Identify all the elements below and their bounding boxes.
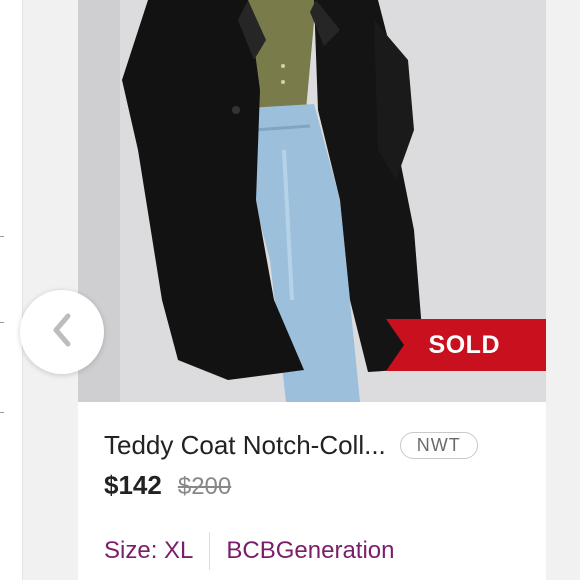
edge-divider xyxy=(0,412,4,413)
listing-info: Teddy Coat Notch-Coll... NWT $142 $200 S… xyxy=(104,420,520,576)
sold-banner: SOLD xyxy=(386,319,546,371)
original-price: $200 xyxy=(177,473,232,500)
listing-title[interactable]: Teddy Coat Notch-Coll... xyxy=(104,430,386,461)
chevron-left-icon xyxy=(48,312,76,353)
brand-link[interactable]: BCBGeneration xyxy=(226,537,394,565)
adjacent-card-edge xyxy=(0,0,23,580)
title-row: Teddy Coat Notch-Coll... NWT xyxy=(104,420,520,470)
price-row: $142 $200 xyxy=(104,470,520,520)
current-price: $142 xyxy=(104,470,162,500)
listing-card[interactable]: SOLD Teddy Coat Notch-Coll... NWT $142 $… xyxy=(78,0,546,580)
meta-divider xyxy=(209,532,211,570)
edge-divider xyxy=(0,236,4,237)
listing-photo[interactable]: SOLD xyxy=(78,0,546,402)
size-label[interactable]: Size: XL xyxy=(104,537,193,565)
sold-label: SOLD xyxy=(428,330,500,359)
previous-button[interactable] xyxy=(20,290,104,374)
condition-badge: NWT xyxy=(399,431,478,459)
meta-row: Size: XL BCBGeneration xyxy=(104,526,520,576)
edge-divider xyxy=(0,322,4,323)
